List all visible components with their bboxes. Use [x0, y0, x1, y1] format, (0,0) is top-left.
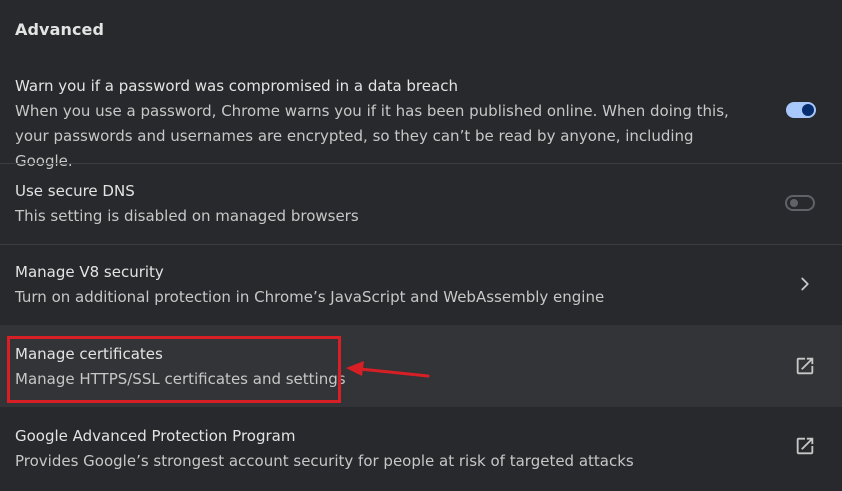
- password-breach-toggle[interactable]: [786, 102, 816, 118]
- open-in-new-icon[interactable]: [794, 355, 816, 377]
- setting-description: Turn on additional protection in Chrome’…: [15, 288, 605, 306]
- annotation-arrow-icon: [346, 361, 430, 378]
- section-title: Advanced: [15, 20, 105, 39]
- chevron-right-icon[interactable]: [794, 273, 816, 295]
- secure-dns-toggle[interactable]: [785, 195, 815, 211]
- setting-title: Warn you if a password was compromised i…: [15, 77, 458, 95]
- setting-title: Manage V8 security: [15, 263, 164, 281]
- setting-description: Provides Google’s strongest account secu…: [15, 452, 634, 470]
- setting-title: Use secure DNS: [15, 182, 135, 200]
- open-in-new-icon[interactable]: [794, 435, 816, 457]
- setting-description: This setting is disabled on managed brow…: [15, 207, 359, 225]
- toggle-knob: [790, 199, 798, 207]
- setting-title: Google Advanced Protection Program: [15, 427, 296, 445]
- setting-row-advanced-protection[interactable]: Google Advanced Protection Program Provi…: [0, 407, 842, 491]
- setting-row-secure-dns[interactable]: Use secure DNS This setting is disabled …: [0, 164, 842, 244]
- toggle-knob: [802, 104, 814, 116]
- setting-title: Manage certificates: [15, 345, 163, 363]
- setting-row-v8-security[interactable]: Manage V8 security Turn on additional pr…: [0, 245, 842, 325]
- setting-row-password-breach[interactable]: Warn you if a password was compromised i…: [0, 64, 842, 170]
